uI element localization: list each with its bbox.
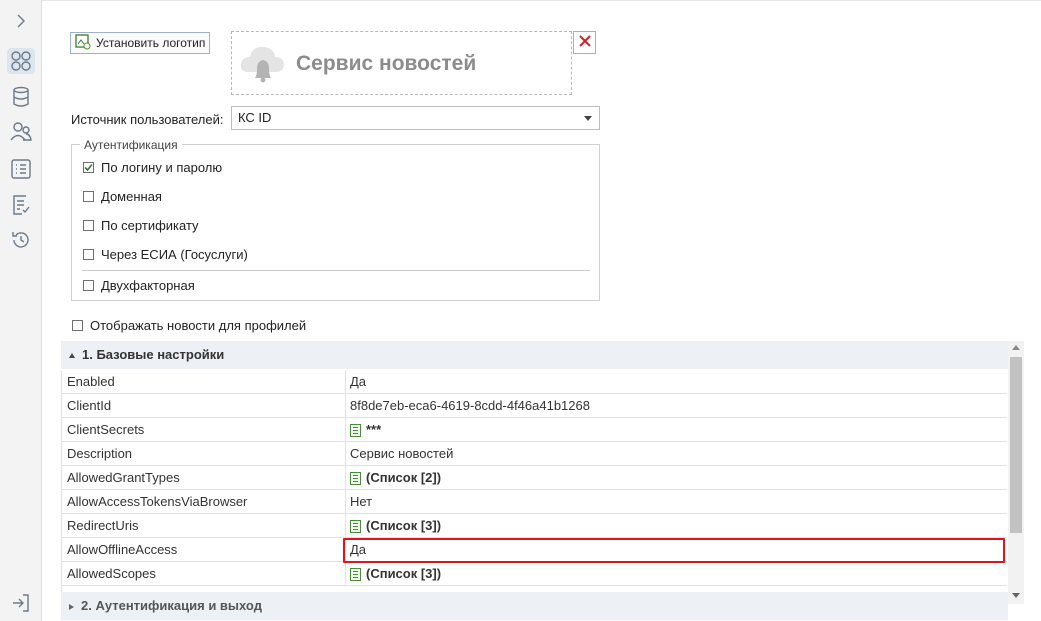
property-value[interactable]: (Список [3]) <box>350 514 441 538</box>
collection-editor-icon[interactable] <box>350 567 361 581</box>
checkbox-icon <box>72 320 83 331</box>
property-value[interactable]: Сервис новостей <box>350 442 453 466</box>
two-factor-checkbox[interactable]: Двухфакторная <box>83 278 195 293</box>
value-text: Сервис новостей <box>350 446 454 461</box>
value-text: (Список [3]) <box>366 518 442 533</box>
property-row-allowedgranttypes[interactable]: AllowedGrantTypes (Список [2]) <box>62 466 1007 490</box>
property-grid: 1. Базовые настройки Enabled Да ClientId… <box>61 341 1008 621</box>
user-source-select[interactable]: КС ID <box>231 106 600 130</box>
value-text: 8f8de7eb-eca6-4619-8cdd-4f46a41b1268 <box>350 398 590 413</box>
checkbox-checked-icon <box>83 162 94 173</box>
two-factor-label: Двухфакторная <box>101 278 195 293</box>
property-row-allowaccesstokensviabrowser[interactable]: AllowAccessTokensViaBrowser Нет <box>62 490 1007 514</box>
property-value[interactable]: 8f8de7eb-eca6-4619-8cdd-4f46a41b1268 <box>350 394 590 418</box>
scroll-down-icon[interactable] <box>1012 593 1020 598</box>
top-divider <box>41 0 1041 1</box>
property-name: AllowAccessTokensViaBrowser <box>67 494 248 509</box>
chevron-right-icon[interactable] <box>7 8 35 34</box>
property-grid-scrollbar[interactable] <box>1008 341 1024 604</box>
show-news-for-profiles-checkbox[interactable]: Отображать новости для профилей <box>72 318 306 333</box>
property-name: RedirectUris <box>67 518 139 533</box>
property-row-clientid[interactable]: ClientId 8f8de7eb-eca6-4619-8cdd-4f46a41… <box>62 394 1007 418</box>
chevron-down-icon <box>584 116 592 121</box>
list-icon[interactable] <box>7 156 35 182</box>
property-name: AllowedGrantTypes <box>67 470 180 485</box>
property-name: Description <box>67 446 133 461</box>
highlight-allowofflineaccess-value <box>343 538 1005 563</box>
scroll-thumb[interactable] <box>1010 357 1022 533</box>
checklist-icon[interactable] <box>7 192 35 218</box>
auth-certificate-checkbox[interactable]: По сертификату <box>83 218 199 233</box>
property-name: ClientId <box>67 398 112 413</box>
property-name: AllowedScopes <box>67 566 156 581</box>
checkbox-icon <box>83 191 94 202</box>
value-text: Да <box>350 374 367 389</box>
value-text: *** <box>366 422 382 437</box>
auth-login-password-checkbox[interactable]: По логину и паролю <box>83 160 222 175</box>
value-text: (Список [2]) <box>366 470 442 485</box>
set-logo-button[interactable]: Установить логотип <box>70 32 210 54</box>
property-name: AllowOfflineAccess <box>67 542 178 557</box>
checkbox-icon <box>83 249 94 260</box>
category-label: 1. Базовые настройки <box>82 347 225 362</box>
property-value[interactable]: (Список [2]) <box>350 466 441 490</box>
property-row-enabled[interactable]: Enabled Да <box>62 370 1007 394</box>
auth-option-label: По логину и паролю <box>101 160 223 175</box>
nav-rail <box>0 0 42 621</box>
service-name-logo-text: Сервис новостей <box>296 52 477 75</box>
checkbox-icon <box>83 220 94 231</box>
auth-group-legend: Аутентификация <box>80 138 182 152</box>
logout-icon[interactable] <box>7 590 35 616</box>
property-row-redirecturis[interactable]: RedirectUris (Список [3]) <box>62 514 1007 538</box>
user-source-value: КС ID <box>238 110 272 125</box>
property-row-allowedscopes[interactable]: AllowedScopes (Список [3]) <box>62 562 1007 586</box>
property-value[interactable]: *** <box>350 418 381 442</box>
property-row-description[interactable]: Description Сервис новостей <box>62 442 1007 466</box>
collection-editor-icon[interactable] <box>350 471 361 485</box>
property-value[interactable]: Нет <box>350 490 372 514</box>
image-settings-icon <box>75 33 91 53</box>
dashboard-icon[interactable] <box>7 48 35 74</box>
auth-option-label: По сертификату <box>101 218 199 233</box>
bell-cloud-icon <box>238 42 288 89</box>
value-text: (Список [3]) <box>366 566 442 581</box>
property-value[interactable]: (Список [3]) <box>350 562 441 586</box>
auth-esia-checkbox[interactable]: Через ЕСИА (Госуслуги) <box>83 247 248 262</box>
close-icon <box>578 35 591 50</box>
property-name: Enabled <box>67 374 115 389</box>
scroll-up-icon[interactable] <box>1012 345 1020 350</box>
auth-separator <box>82 270 590 271</box>
category-label: 2. Аутентификация и выход <box>81 598 262 613</box>
checkbox-icon <box>83 280 94 291</box>
expand-triangle-icon <box>69 603 74 610</box>
collapse-triangle-icon <box>69 353 75 359</box>
history-icon[interactable] <box>7 227 35 253</box>
category-basic-settings[interactable]: 1. Базовые настройки <box>61 341 1008 369</box>
remove-logo-button[interactable] <box>573 31 596 54</box>
auth-option-label: Доменная <box>101 189 162 204</box>
logo-preview: Сервис новостей <box>231 31 572 95</box>
property-row-clientsecrets[interactable]: ClientSecrets *** <box>62 418 1007 442</box>
users-icon[interactable] <box>7 119 35 145</box>
set-logo-label: Установить логотип <box>96 36 206 50</box>
collection-editor-icon[interactable] <box>350 423 361 437</box>
category-auth-logout[interactable]: 2. Аутентификация и выход <box>61 592 1008 620</box>
value-text: Нет <box>350 494 373 509</box>
user-source-label: Источник пользователей: <box>71 112 224 127</box>
auth-option-label: Через ЕСИА (Госуслуги) <box>101 247 248 262</box>
database-icon[interactable] <box>7 84 35 110</box>
property-name: ClientSecrets <box>67 422 145 437</box>
show-news-label: Отображать новости для профилей <box>90 318 307 333</box>
auth-domain-checkbox[interactable]: Доменная <box>83 189 162 204</box>
collection-editor-icon[interactable] <box>350 519 361 533</box>
property-value[interactable]: Да <box>350 370 366 394</box>
